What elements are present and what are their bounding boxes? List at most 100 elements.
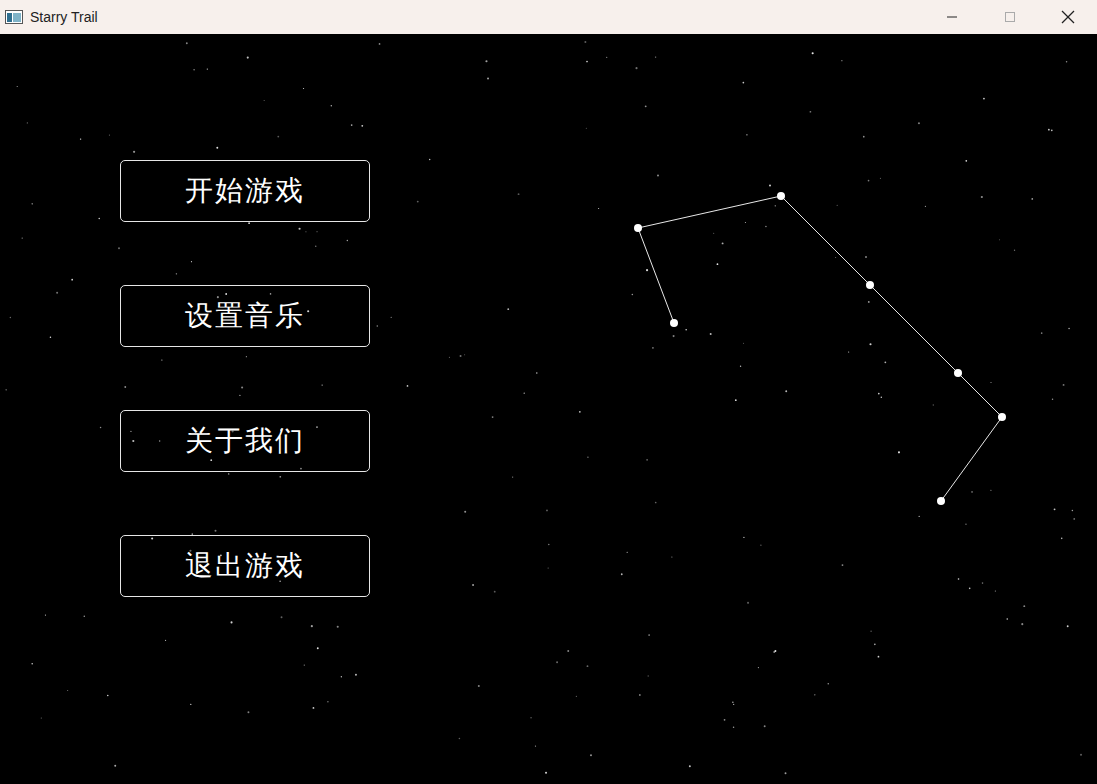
background-star — [460, 355, 462, 357]
background-star — [464, 354, 465, 355]
background-star — [379, 43, 381, 45]
background-star — [355, 674, 357, 676]
constellation-star — [866, 281, 874, 289]
background-star — [459, 738, 461, 740]
constellation-star — [937, 497, 945, 505]
background-star — [10, 317, 11, 318]
menu-button[interactable]: 退出游戏 — [120, 535, 370, 597]
background-star — [837, 205, 838, 206]
background-star — [305, 231, 306, 232]
background-star — [740, 366, 741, 367]
background-star — [190, 704, 191, 705]
background-star — [264, 100, 265, 101]
background-star — [531, 717, 532, 718]
background-star — [545, 772, 547, 774]
window-title: Starry Trail — [30, 9, 923, 25]
menu-button[interactable]: 开始游戏 — [120, 160, 370, 222]
background-star — [67, 690, 68, 691]
background-star — [590, 754, 592, 756]
close-button[interactable] — [1039, 0, 1097, 34]
background-star — [579, 411, 581, 413]
background-star — [361, 125, 363, 127]
background-star — [217, 296, 219, 298]
background-star — [159, 440, 160, 441]
background-star — [556, 661, 558, 663]
background-star — [758, 667, 759, 668]
background-star — [225, 293, 227, 295]
background-star — [277, 136, 279, 138]
background-star — [981, 196, 983, 198]
background-star — [810, 111, 812, 113]
background-star — [100, 427, 102, 429]
background-star — [50, 337, 51, 338]
background-star — [865, 256, 867, 258]
background-star — [1023, 605, 1025, 607]
background-star — [299, 228, 301, 230]
background-star — [863, 136, 865, 138]
background-star — [246, 356, 247, 357]
background-star — [186, 42, 188, 44]
background-star — [316, 426, 318, 428]
background-star — [933, 404, 934, 405]
background-star — [191, 261, 192, 262]
background-star — [487, 78, 489, 80]
minimize-button[interactable] — [923, 0, 981, 34]
background-star — [639, 694, 641, 696]
background-star — [27, 122, 28, 123]
background-star — [878, 656, 880, 658]
background-star — [732, 702, 733, 703]
constellation-line — [781, 196, 870, 285]
background-star — [828, 683, 829, 684]
background-star — [311, 625, 313, 627]
background-star — [536, 372, 538, 374]
background-star — [304, 664, 305, 665]
background-star — [322, 384, 323, 385]
constellation-line — [941, 417, 1002, 501]
background-star — [165, 640, 166, 641]
background-star — [56, 292, 58, 294]
menu-button[interactable]: 关于我们 — [120, 410, 370, 472]
background-star — [80, 138, 81, 139]
background-star — [524, 393, 525, 394]
background-star — [315, 245, 317, 247]
maximize-button[interactable] — [981, 0, 1039, 34]
background-star — [724, 719, 726, 721]
background-star — [1048, 129, 1050, 131]
background-star — [685, 329, 687, 331]
background-star — [351, 124, 353, 126]
background-star — [868, 301, 870, 303]
background-star — [743, 537, 744, 538]
background-star — [606, 57, 607, 58]
background-star — [878, 393, 880, 395]
menu-button[interactable]: 设置音乐 — [120, 285, 370, 347]
background-star — [995, 590, 996, 591]
background-star — [868, 180, 870, 182]
background-star — [1067, 625, 1069, 627]
background-star — [746, 134, 748, 136]
background-star — [1072, 510, 1074, 512]
background-star — [627, 552, 628, 553]
background-star — [407, 385, 409, 387]
background-star — [1054, 508, 1056, 510]
background-star — [71, 279, 73, 281]
background-star — [983, 98, 985, 100]
background-star — [132, 440, 134, 442]
background-star — [775, 205, 776, 206]
background-star — [449, 357, 450, 358]
background-star — [17, 86, 18, 87]
game-scene: 开始游戏设置音乐关于我们退出游戏 — [0, 34, 1097, 784]
background-star — [733, 704, 734, 705]
background-star — [765, 226, 766, 227]
menu-button-label: 开始游戏 — [185, 174, 305, 208]
background-star — [586, 61, 588, 63]
background-star — [417, 201, 419, 203]
background-star — [717, 263, 719, 265]
background-star — [812, 52, 814, 54]
background-star — [429, 159, 430, 160]
background-star — [5, 389, 7, 391]
background-star — [327, 701, 329, 703]
background-star — [567, 650, 569, 652]
constellation-line — [638, 196, 781, 228]
background-star — [31, 663, 32, 664]
title-bar: Starry Trail — [0, 0, 1097, 34]
